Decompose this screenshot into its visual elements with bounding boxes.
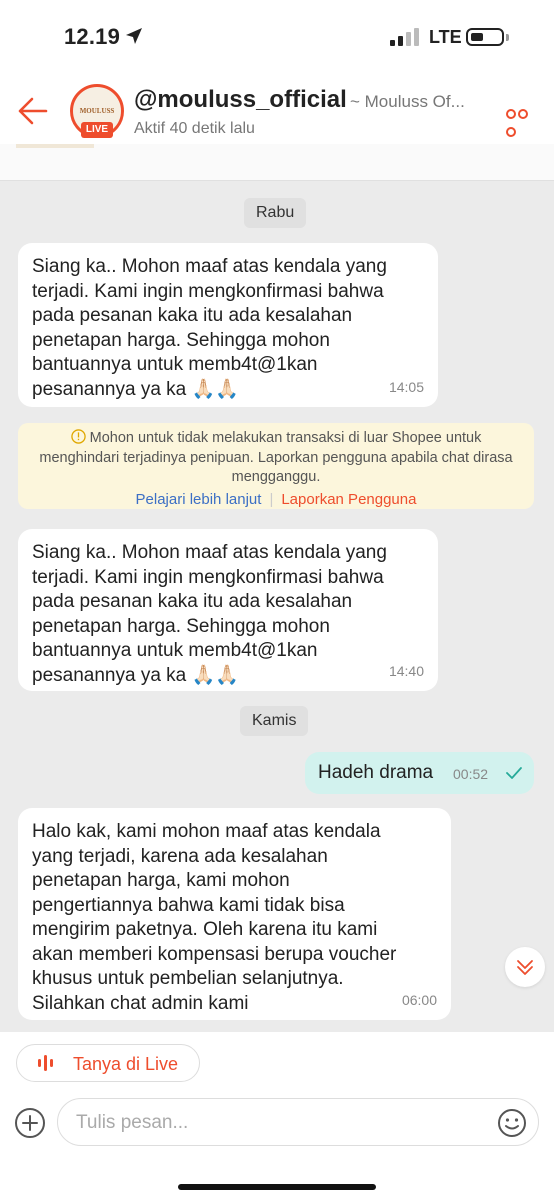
incoming-message[interactable]: Siang ka.. Mohon maaf atas kendala yang …: [18, 529, 438, 691]
location-arrow-icon: [126, 28, 142, 44]
outgoing-message[interactable]: Hadeh drama 00:52: [305, 752, 534, 794]
battery-cap: [506, 34, 509, 41]
plus-icon: [22, 1115, 38, 1131]
warning-icon: [70, 429, 86, 444]
status-time: 12.19: [64, 24, 121, 49]
message-text: Hadeh drama: [318, 762, 434, 783]
message-time: 14:05: [388, 378, 424, 395]
report-user-link[interactable]: Laporkan Pengguna: [281, 491, 416, 508]
battery-icon: [466, 28, 504, 46]
shop-handle[interactable]: @mouluss_official: [134, 86, 347, 114]
ask-in-live-label: Tanya di Live: [73, 1054, 179, 1074]
double-chevron-down-icon: [517, 960, 533, 975]
safety-notice: Mohon untuk tidak melakukan transaksi di…: [18, 423, 534, 509]
message-input[interactable]: [74, 1109, 478, 1137]
signal-icon: [390, 28, 419, 46]
incoming-message[interactable]: Siang ka.. Mohon maaf atas kendala yang …: [18, 243, 438, 407]
chat-header: MOULUSS LIVE @mouluss_official ~ Mouluss…: [0, 76, 554, 144]
shop-active-status: Aktif 40 detik lalu: [134, 120, 255, 137]
previous-message-card: [0, 144, 554, 181]
date-separator: Kamis: [240, 706, 309, 736]
link-divider: |: [269, 490, 274, 508]
message-text: Siang ka.. Mohon maaf atas kendala yang …: [32, 256, 387, 400]
emoji-icon[interactable]: [497, 1108, 527, 1138]
notice-text: Mohon untuk tidak melakukan transaksi di…: [39, 430, 513, 485]
read-check-icon: [506, 767, 522, 779]
learn-more-link[interactable]: Pelajari lebih lanjut: [136, 491, 262, 508]
scroll-to-bottom-button[interactable]: [505, 947, 545, 987]
message-time: 00:52: [453, 766, 489, 782]
attach-plus-button[interactable]: [15, 1108, 45, 1138]
status-bar: 12.19 LTE: [0, 0, 554, 76]
composer-area: Tanya di Live: [0, 1032, 554, 1200]
message-input-box[interactable]: [57, 1098, 539, 1146]
message-text: Halo kak, kami mohon maaf atas kendala y…: [32, 821, 397, 1014]
date-separator: Rabu: [244, 198, 307, 228]
home-indicator: [178, 1184, 376, 1190]
back-arrow-icon[interactable]: [16, 94, 50, 128]
live-audio-icon: [38, 1055, 53, 1071]
more-options-icon[interactable]: [506, 106, 540, 137]
message-text: Siang ka.. Mohon maaf atas kendala yang …: [32, 542, 387, 686]
message-time: 06:00: [401, 991, 437, 1008]
ask-in-live-button[interactable]: Tanya di Live: [16, 1044, 200, 1082]
incoming-message[interactable]: Halo kak, kami mohon maaf atas kendala y…: [18, 808, 451, 1020]
message-time: 14:40: [388, 662, 424, 679]
network-type: LTE: [429, 27, 462, 47]
avatar-logo-text: MOULUSS: [79, 107, 115, 115]
live-badge: LIVE: [81, 122, 113, 138]
shop-name-suffix: ~ Mouluss Of...: [350, 92, 465, 111]
